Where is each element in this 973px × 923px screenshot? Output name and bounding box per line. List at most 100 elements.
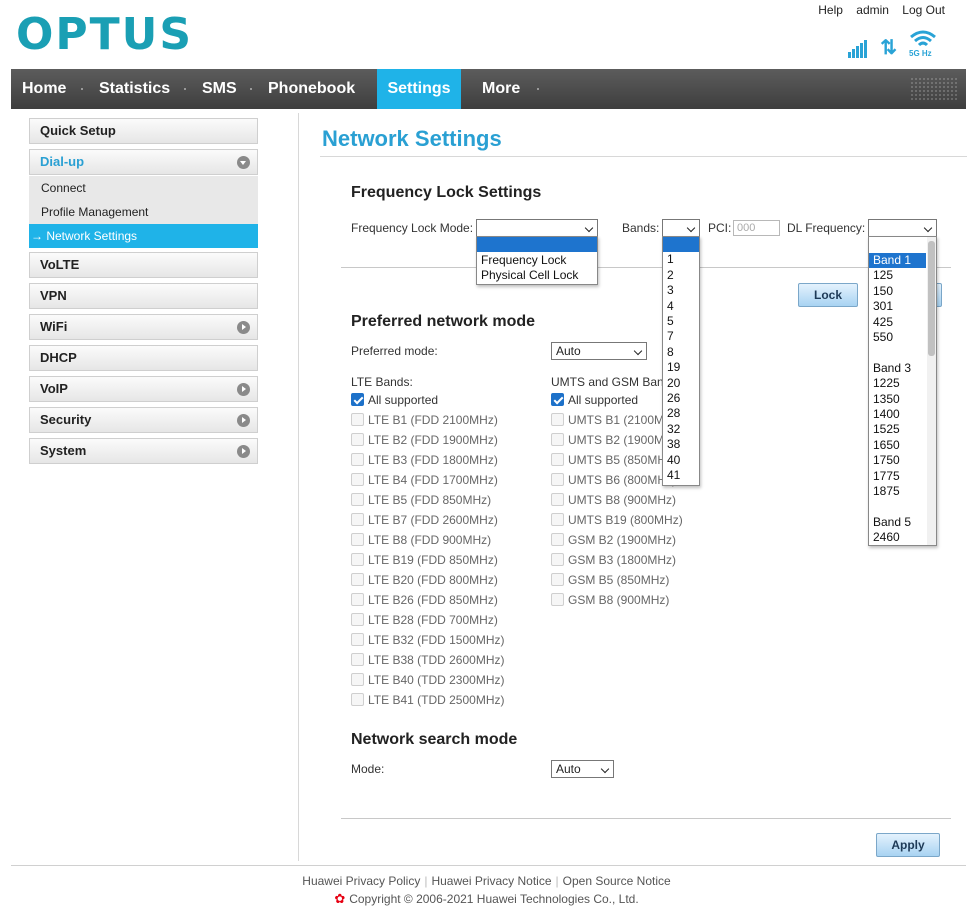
dropdown-option[interactable] bbox=[869, 345, 926, 360]
lte-checkbox-row[interactable]: LTE B5 (FDD 850MHz) bbox=[351, 492, 521, 508]
checkbox[interactable] bbox=[551, 433, 564, 446]
dropdown-option[interactable]: 150 bbox=[869, 284, 926, 299]
checkbox[interactable] bbox=[351, 613, 364, 626]
sidebar-sub-network-settings[interactable]: → Network Settings bbox=[29, 224, 258, 248]
privacy-policy-link[interactable]: Huawei Privacy Policy bbox=[302, 874, 420, 888]
scrollbar-thumb[interactable] bbox=[928, 241, 935, 356]
checkbox[interactable] bbox=[351, 413, 364, 426]
dropdown-option[interactable]: 8 bbox=[663, 345, 699, 360]
checkbox[interactable] bbox=[351, 633, 364, 646]
checkbox[interactable] bbox=[551, 413, 564, 426]
dropdown-option[interactable]: Band 1 bbox=[869, 253, 926, 269]
dropdown-option[interactable]: 1750 bbox=[869, 453, 926, 468]
checkbox[interactable] bbox=[351, 473, 364, 486]
sidebar-item-dialup[interactable]: Dial-up bbox=[29, 149, 258, 175]
dropdown-option[interactable]: 550 bbox=[869, 330, 926, 345]
apply-button[interactable]: Apply bbox=[876, 833, 940, 857]
sidebar-sub-profile-management[interactable]: Profile Management bbox=[29, 200, 258, 224]
lte-checkbox-row[interactable]: LTE B32 (FDD 1500MHz) bbox=[351, 632, 521, 648]
privacy-notice-link[interactable]: Huawei Privacy Notice bbox=[431, 874, 551, 888]
lte-checkbox-row[interactable]: All supported bbox=[351, 392, 521, 408]
lte-checkbox-row[interactable]: LTE B38 (TDD 2600MHz) bbox=[351, 652, 521, 668]
logout-link[interactable]: Log Out bbox=[902, 3, 945, 17]
pci-input[interactable]: 000 bbox=[733, 220, 780, 236]
sidebar-item-volte[interactable]: VoLTE bbox=[29, 252, 258, 278]
lte-checkbox-row[interactable]: LTE B28 (FDD 700MHz) bbox=[351, 612, 521, 628]
dropdown-option[interactable]: 1 bbox=[663, 252, 699, 267]
preferred-mode-select[interactable]: Auto bbox=[551, 342, 647, 360]
checkbox[interactable] bbox=[551, 453, 564, 466]
lte-checkbox-row[interactable]: LTE B3 (FDD 1800MHz) bbox=[351, 452, 521, 468]
checkbox[interactable] bbox=[351, 433, 364, 446]
dropdown-option[interactable]: 41 bbox=[663, 468, 699, 483]
checkbox[interactable] bbox=[351, 533, 364, 546]
lte-checkbox-row[interactable]: LTE B1 (FDD 2100MHz) bbox=[351, 412, 521, 428]
dropdown-option[interactable]: 5 bbox=[663, 314, 699, 329]
dropdown-option[interactable]: 2 bbox=[663, 268, 699, 283]
help-link[interactable]: Help bbox=[818, 3, 843, 17]
dropdown-option[interactable]: 4 bbox=[663, 299, 699, 314]
bands-select[interactable] bbox=[662, 219, 700, 237]
search-mode-select[interactable]: Auto bbox=[551, 760, 614, 778]
checkbox[interactable] bbox=[351, 493, 364, 506]
open-source-notice-link[interactable]: Open Source Notice bbox=[563, 874, 671, 888]
dropdown-option[interactable]: 1350 bbox=[869, 392, 926, 407]
lte-checkbox-row[interactable]: LTE B19 (FDD 850MHz) bbox=[351, 552, 521, 568]
dl-frequency-select[interactable] bbox=[868, 219, 937, 237]
lte-checkbox-row[interactable]: LTE B26 (FDD 850MHz) bbox=[351, 592, 521, 608]
dropdown-option[interactable] bbox=[663, 237, 699, 253]
dropdown-option[interactable]: 26 bbox=[663, 391, 699, 406]
sidebar-item-security[interactable]: Security bbox=[29, 407, 258, 433]
checkbox[interactable] bbox=[551, 553, 564, 566]
dropdown-option[interactable]: Physical Cell Lock bbox=[477, 268, 597, 283]
dropdown-option[interactable]: 32 bbox=[663, 422, 699, 437]
dropdown-option[interactable]: 1225 bbox=[869, 376, 926, 391]
umts-checkbox-row[interactable]: GSM B5 (850MHz) bbox=[551, 572, 721, 588]
checkbox[interactable] bbox=[351, 513, 364, 526]
dropdown-option[interactable]: 1400 bbox=[869, 407, 926, 422]
sidebar-item-dhcp[interactable]: DHCP bbox=[29, 345, 258, 371]
dropdown-option[interactable]: 2460 bbox=[869, 530, 926, 545]
dropdown-option[interactable]: 3 bbox=[663, 283, 699, 298]
checkbox[interactable] bbox=[351, 673, 364, 686]
checkbox[interactable] bbox=[351, 573, 364, 586]
lock-button[interactable]: Lock bbox=[798, 283, 858, 307]
lte-checkbox-row[interactable]: LTE B4 (FDD 1700MHz) bbox=[351, 472, 521, 488]
sidebar-item-quick-setup[interactable]: Quick Setup bbox=[29, 118, 258, 144]
dropdown-option[interactable]: Band 3 bbox=[869, 361, 926, 376]
freq-lock-mode-select[interactable] bbox=[476, 219, 598, 237]
lte-checkbox-row[interactable]: LTE B41 (TDD 2500MHz) bbox=[351, 692, 521, 708]
checkbox[interactable] bbox=[551, 573, 564, 586]
sidebar-item-system[interactable]: System bbox=[29, 438, 258, 464]
dropdown-option[interactable] bbox=[477, 237, 597, 253]
sidebar-sub-connect[interactable]: Connect bbox=[29, 176, 258, 200]
checkbox[interactable] bbox=[351, 553, 364, 566]
dropdown-option[interactable]: 125 bbox=[869, 268, 926, 283]
checkbox[interactable] bbox=[551, 533, 564, 546]
dropdown-option[interactable]: 38 bbox=[663, 437, 699, 452]
checkbox[interactable] bbox=[551, 513, 564, 526]
checkbox[interactable] bbox=[351, 653, 364, 666]
sidebar-item-wifi[interactable]: WiFi bbox=[29, 314, 258, 340]
umts-checkbox-row[interactable]: UMTS B19 (800MHz) bbox=[551, 512, 721, 528]
dropdown-option[interactable]: 19 bbox=[663, 360, 699, 375]
dropdown-option[interactable]: 20 bbox=[663, 376, 699, 391]
lte-checkbox-row[interactable]: LTE B2 (FDD 1900MHz) bbox=[351, 432, 521, 448]
lte-checkbox-row[interactable]: LTE B8 (FDD 900MHz) bbox=[351, 532, 521, 548]
checkbox[interactable] bbox=[551, 393, 564, 406]
dropdown-option[interactable]: 7 bbox=[663, 329, 699, 344]
sidebar-item-voip[interactable]: VoIP bbox=[29, 376, 258, 402]
umts-checkbox-row[interactable]: UMTS B8 (900MHz) bbox=[551, 492, 721, 508]
checkbox[interactable] bbox=[351, 593, 364, 606]
lte-checkbox-row[interactable]: LTE B7 (FDD 2600MHz) bbox=[351, 512, 521, 528]
umts-checkbox-row[interactable]: GSM B2 (1900MHz) bbox=[551, 532, 721, 548]
umts-checkbox-row[interactable]: GSM B8 (900MHz) bbox=[551, 592, 721, 608]
dropdown-option[interactable]: 301 bbox=[869, 299, 926, 314]
lte-checkbox-row[interactable]: LTE B20 (FDD 800MHz) bbox=[351, 572, 521, 588]
checkbox[interactable] bbox=[551, 593, 564, 606]
umts-checkbox-row[interactable]: GSM B3 (1800MHz) bbox=[551, 552, 721, 568]
dropdown-option[interactable]: 28 bbox=[663, 406, 699, 421]
nav-home[interactable]: Home bbox=[22, 69, 66, 109]
nav-sms[interactable]: SMS bbox=[202, 69, 237, 109]
lte-checkbox-row[interactable]: LTE B40 (TDD 2300MHz) bbox=[351, 672, 521, 688]
